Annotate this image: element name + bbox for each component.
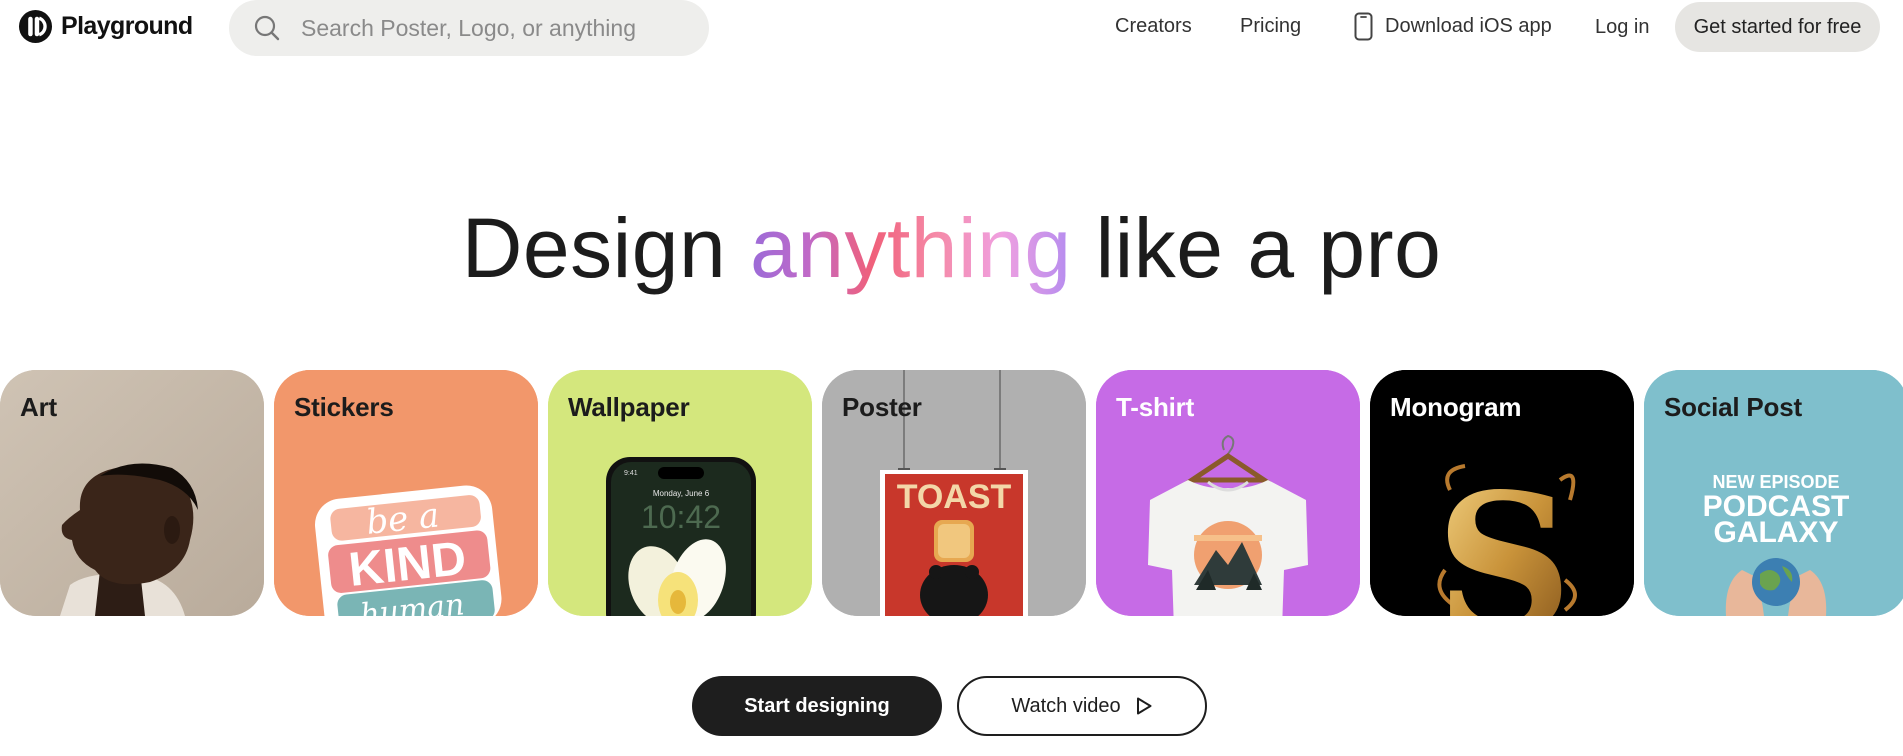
download-ios-link[interactable]: Download iOS app: [1354, 12, 1552, 41]
search-bar[interactable]: [229, 0, 709, 56]
category-card-stickers[interactable]: be a KIND human Stickers: [274, 370, 538, 616]
monogram-letter: S: [1435, 452, 1572, 616]
nav-pricing-link[interactable]: Pricing: [1240, 15, 1301, 38]
category-label: Poster: [842, 392, 922, 422]
category-label: Social Post: [1664, 392, 1802, 422]
watch-video-button[interactable]: Watch video: [957, 676, 1207, 736]
hero-headline-end: like a pro: [1095, 201, 1442, 295]
category-card-wallpaper[interactable]: 9:41 Monday, June 6 10:42 Wallpaper: [548, 370, 812, 616]
wallpaper-status-time: 9:41: [624, 470, 638, 477]
start-designing-button[interactable]: Start designing: [692, 676, 942, 736]
hero-headline: Design anything like a pro: [0, 200, 1903, 297]
brand-name: Playground: [61, 12, 193, 40]
nav-creators-link[interactable]: Creators: [1115, 15, 1192, 38]
search-icon: [254, 15, 280, 41]
get-started-button[interactable]: Get started for free: [1675, 2, 1880, 52]
watch-video-label: Watch video: [1011, 694, 1121, 717]
category-label: Art: [20, 392, 57, 422]
playground-logo-icon: [18, 9, 53, 44]
category-card-monogram[interactable]: S Monogram: [1370, 370, 1634, 616]
poster-title: TOAST: [897, 478, 1012, 516]
brand-logo-link[interactable]: Playground: [18, 9, 193, 44]
search-input[interactable]: [301, 14, 681, 42]
download-ios-label: Download iOS app: [1385, 15, 1552, 37]
category-card-poster[interactable]: TOAST Poster: [822, 370, 1086, 616]
top-navigation: Playground Creators Pricing Download iOS…: [0, 0, 1903, 56]
social-line-3: GALAXY: [1713, 516, 1838, 549]
social-line-1: NEW EPISODE: [1712, 472, 1839, 492]
category-card-social-post[interactable]: NEW EPISODE PODCAST GALAXY Social Post: [1644, 370, 1903, 616]
hero-headline-start: Design: [461, 201, 727, 295]
hero-headline-accent: anything: [750, 201, 1072, 295]
category-label: Monogram: [1390, 392, 1522, 422]
category-label: Stickers: [294, 392, 394, 422]
category-label: Wallpaper: [568, 392, 690, 422]
category-label: T-shirt: [1116, 392, 1195, 422]
category-card-tshirt[interactable]: T-shirt: [1096, 370, 1360, 616]
category-card-art[interactable]: Art: [0, 370, 264, 616]
login-link[interactable]: Log in: [1595, 16, 1650, 39]
phone-icon: [1354, 12, 1373, 41]
wallpaper-date: Monday, June 6: [653, 489, 710, 498]
play-icon: [1136, 697, 1152, 715]
wallpaper-time: 10:42: [641, 499, 721, 535]
category-carousel: Art be a KIND human Stickers 9:41 Monday: [0, 370, 1903, 616]
